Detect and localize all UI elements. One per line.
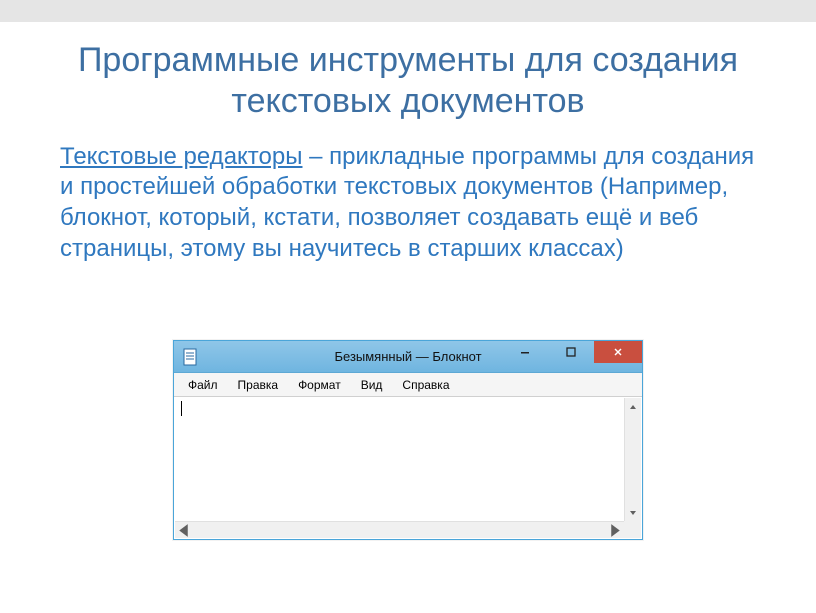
notepad-window: Безымянный — Блокнот Файл Правка Формат — [173, 340, 643, 540]
definition-term: Текстовые редакторы — [60, 143, 302, 170]
menu-file[interactable]: Файл — [178, 375, 228, 395]
scroll-left-button[interactable] — [175, 522, 192, 538]
close-button[interactable] — [594, 341, 642, 363]
text-editor-area[interactable] — [175, 397, 624, 521]
scroll-up-button[interactable] — [625, 398, 641, 415]
menu-view[interactable]: Вид — [351, 375, 393, 395]
scroll-right-button[interactable] — [607, 522, 624, 538]
scroll-down-button[interactable] — [625, 504, 641, 521]
notepad-screenshot: Безымянный — Блокнот Файл Правка Формат — [173, 340, 643, 540]
slide-top-accent — [0, 0, 816, 22]
minimize-button[interactable] — [502, 341, 548, 363]
notepad-icon — [182, 347, 198, 367]
window-titlebar[interactable]: Безымянный — Блокнот — [174, 341, 642, 373]
text-cursor — [181, 401, 182, 416]
scrollbar-corner — [624, 521, 641, 538]
vertical-scrollbar[interactable] — [624, 398, 641, 521]
window-controls — [502, 341, 642, 363]
maximize-button[interactable] — [548, 341, 594, 363]
menu-format[interactable]: Формат — [288, 375, 351, 395]
slide-body-text: Текстовые редакторы – прикладные програм… — [60, 142, 756, 265]
scroll-track-vertical[interactable] — [625, 415, 641, 504]
menu-bar: Файл Правка Формат Вид Справка — [174, 373, 642, 397]
slide-title: Программные инструменты для создания тек… — [60, 40, 756, 122]
slide-content: Программные инструменты для создания тек… — [0, 40, 816, 264]
menu-edit[interactable]: Правка — [228, 375, 289, 395]
horizontal-scrollbar[interactable] — [175, 521, 624, 538]
menu-help[interactable]: Справка — [392, 375, 459, 395]
